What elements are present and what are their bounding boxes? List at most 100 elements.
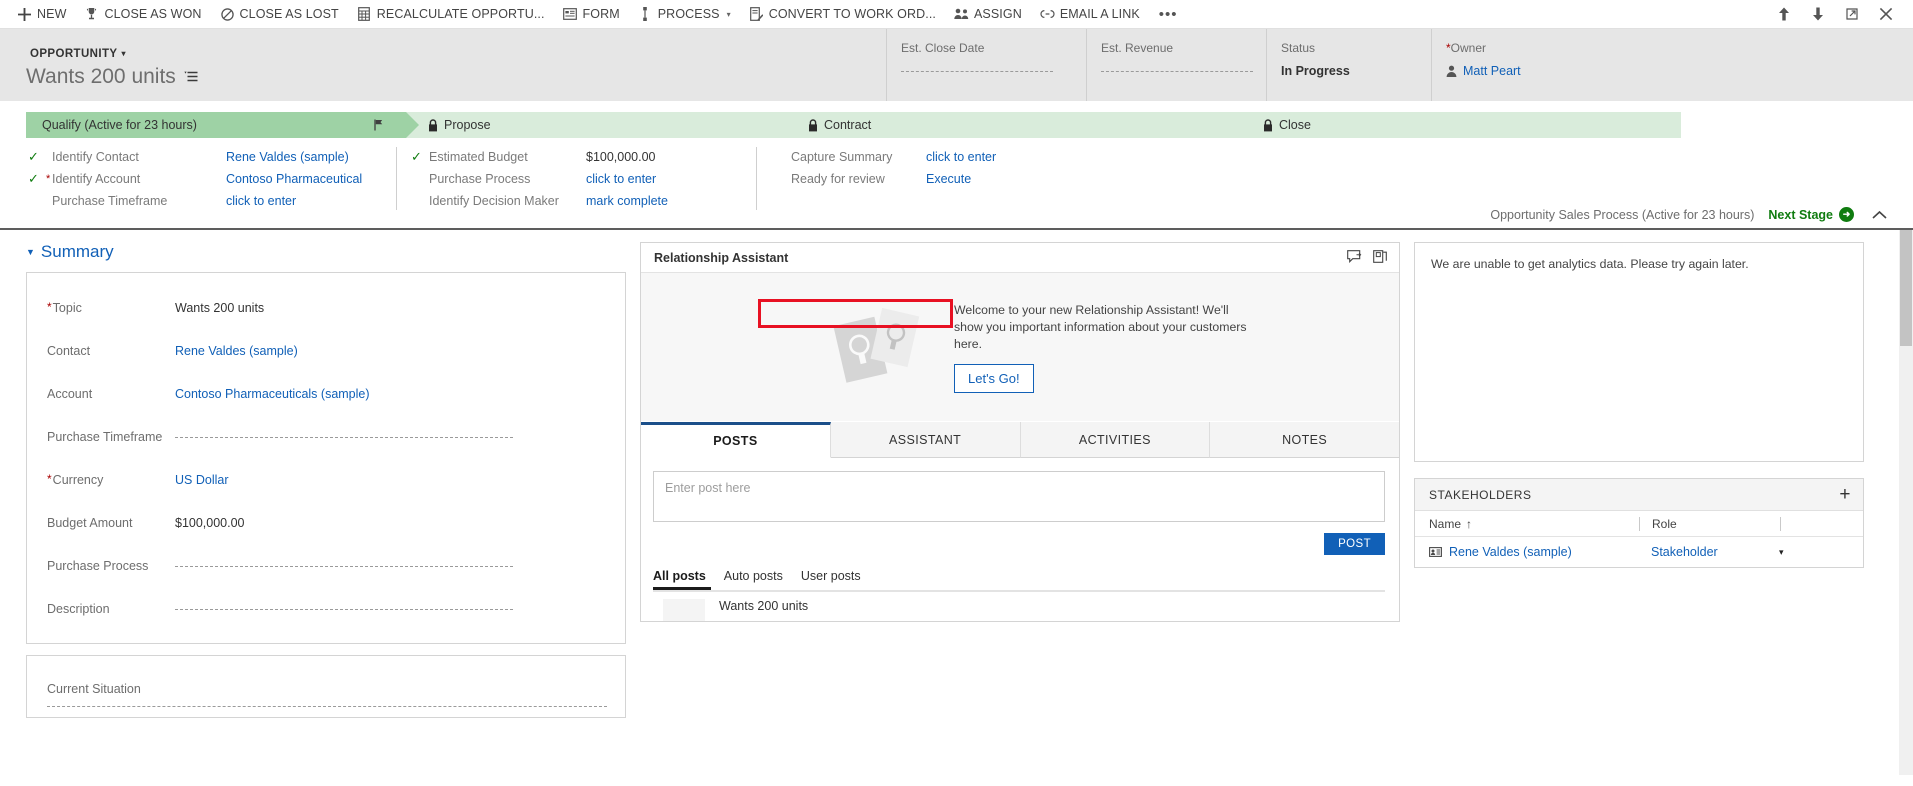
record-title-text: Wants 200 units: [26, 65, 176, 88]
bpf-step-identify-account[interactable]: ✓ * Identify Account Contoso Pharmaceuti…: [28, 169, 378, 188]
entity-type-selector[interactable]: OPPORTUNITY ▾: [26, 45, 130, 62]
summary-section-header[interactable]: ▼ Summary: [26, 230, 626, 272]
tab-activities[interactable]: ACTIVITIES: [1020, 422, 1211, 458]
tab-assistant[interactable]: ASSISTANT: [830, 422, 1021, 458]
more-commands-button[interactable]: •••: [1149, 7, 1188, 22]
field-value-account[interactable]: Contoso Pharmaceuticals (sample): [175, 387, 607, 401]
analytics-message: We are unable to get analytics data. Ple…: [1431, 257, 1749, 271]
bpf-stage-bar: Qualify (Active for 23 hours) Propose Co…: [26, 112, 1887, 138]
field-row-budget-amount[interactable]: Budget Amount $100,000.00: [47, 501, 607, 544]
recalculate-opportunity-button[interactable]: RECALCULATE OPPORTU...: [348, 0, 554, 29]
post-button[interactable]: POST: [1324, 533, 1385, 555]
chevron-up-icon[interactable]: [1868, 210, 1887, 220]
header-label-est-revenue: Est. Revenue: [1101, 41, 1174, 55]
link-icon: [1040, 7, 1055, 22]
header-field-owner[interactable]: *Owner Matt Peart: [1431, 29, 1631, 101]
label-text: Description: [47, 601, 110, 616]
owner-link[interactable]: Matt Peart: [1446, 64, 1617, 78]
close-icon[interactable]: [1871, 0, 1901, 29]
field-value-budget-amount[interactable]: $100,000.00: [175, 516, 607, 530]
filter-auto-posts[interactable]: Auto posts: [724, 569, 783, 583]
bpf-stage-contract[interactable]: Contract: [786, 112, 1254, 138]
bpf-stage-close[interactable]: Close: [1241, 112, 1681, 138]
comment-icon[interactable]: [1347, 249, 1362, 266]
close-as-won-button[interactable]: CLOSE AS WON: [75, 0, 210, 29]
header-field-est-close-date[interactable]: Est. Close Date: [886, 29, 1086, 101]
close-as-lost-button[interactable]: CLOSE AS LOST: [211, 0, 348, 29]
up-arrow-icon[interactable]: [1769, 0, 1799, 29]
label-text: Purchase Process: [47, 558, 149, 573]
plus-icon[interactable]: +: [1839, 485, 1851, 504]
relationship-assistant-column: Relationship Assistant Welcome to your n…: [640, 230, 1400, 775]
bpf-step-label: Estimated Budget: [429, 149, 528, 164]
bpf-step-column-3: Capture Summary click to enter Ready for…: [756, 147, 1096, 210]
bpf-step-value[interactable]: Execute: [926, 172, 1078, 186]
popout-icon[interactable]: [1837, 0, 1867, 29]
next-stage-button[interactable]: Next Stage ➜: [1768, 207, 1854, 222]
field-value-description[interactable]: [175, 607, 607, 610]
field-row-purchase-process[interactable]: Purchase Process: [47, 544, 607, 587]
check-icon: ✓: [411, 148, 422, 164]
scrollbar-thumb[interactable]: [1900, 230, 1912, 346]
post-filter-tabs: All posts Auto posts User posts: [653, 569, 1385, 590]
field-row-purchase-timeframe[interactable]: Purchase Timeframe: [47, 415, 607, 458]
empty-value-dash[interactable]: [47, 706, 607, 707]
down-arrow-icon[interactable]: [1803, 0, 1833, 29]
field-row-contact[interactable]: Contact Rene Valdes (sample): [47, 329, 607, 372]
filter-all-posts[interactable]: All posts: [653, 569, 706, 583]
form-button-label: FORM: [582, 7, 620, 21]
column-header-name[interactable]: Name ↑: [1415, 517, 1639, 531]
convert-to-work-order-button[interactable]: CONVERT TO WORK ORD...: [740, 0, 945, 29]
bpf-step-purchase-timeframe[interactable]: Purchase Timeframe click to enter: [28, 191, 378, 210]
bpf-step-ready-for-review[interactable]: Ready for review Execute: [773, 169, 1078, 188]
bpf-step-identify-contact[interactable]: ✓ Identify Contact Rene Valdes (sample): [28, 147, 378, 166]
bpf-step-identify-decision-maker[interactable]: Identify Decision Maker mark complete: [411, 191, 738, 210]
field-row-account[interactable]: Account Contoso Pharmaceuticals (sample): [47, 372, 607, 415]
copy-icon[interactable]: [1373, 249, 1387, 266]
bpf-step-value[interactable]: click to enter: [926, 150, 1078, 164]
field-value-contact[interactable]: Rene Valdes (sample): [175, 344, 607, 358]
tab-notes[interactable]: NOTES: [1210, 422, 1399, 458]
post-input[interactable]: Enter post here: [653, 471, 1385, 522]
field-value-purchase-timeframe[interactable]: [175, 435, 607, 438]
bpf-stage-qualify[interactable]: Qualify (Active for 23 hours): [26, 112, 419, 138]
field-value-currency[interactable]: US Dollar: [175, 473, 607, 487]
table-row[interactable]: Rene Valdes (sample) Stakeholder ▾: [1415, 537, 1863, 567]
bpf-step-value[interactable]: Contoso Pharmaceutical: [226, 172, 378, 186]
field-row-description[interactable]: Description: [47, 587, 607, 630]
field-row-topic[interactable]: * Topic Wants 200 units: [47, 286, 607, 329]
email-a-link-button[interactable]: EMAIL A LINK: [1031, 0, 1149, 29]
form-button[interactable]: FORM: [554, 0, 629, 29]
stakeholder-role-link[interactable]: Stakeholder: [1639, 545, 1779, 559]
bpf-step-column-1: ✓ Identify Contact Rene Valdes (sample) …: [26, 147, 396, 210]
field-label-purchase-timeframe: Purchase Timeframe: [47, 430, 175, 444]
filter-user-posts[interactable]: User posts: [801, 569, 861, 583]
bpf-step-value[interactable]: mark complete: [586, 194, 738, 208]
bpf-step-capture-summary[interactable]: Capture Summary click to enter: [773, 147, 1078, 166]
column-header-role[interactable]: Role: [1640, 517, 1780, 531]
field-row-currency[interactable]: * Currency US Dollar: [47, 458, 607, 501]
bpf-step-estimated-budget[interactable]: ✓ Estimated Budget $100,000.00: [411, 147, 738, 166]
tab-posts[interactable]: POSTS: [641, 422, 831, 458]
list-item[interactable]: Wants 200 units: [653, 592, 1385, 621]
header-field-status[interactable]: Status In Progress: [1266, 29, 1431, 101]
bpf-step-value[interactable]: click to enter: [586, 172, 738, 186]
field-value-topic[interactable]: Wants 200 units: [175, 301, 607, 315]
record-title-block: OPPORTUNITY ▾ Wants 200 units: [26, 29, 886, 101]
bpf-stage-propose[interactable]: Propose: [406, 112, 799, 138]
process-button[interactable]: PROCESS ▾: [629, 0, 740, 29]
page-scrollbar[interactable]: [1899, 230, 1913, 775]
new-button[interactable]: NEW: [8, 0, 75, 29]
assign-button[interactable]: ASSIGN: [945, 0, 1031, 29]
stakeholder-name-link[interactable]: Rene Valdes (sample): [1415, 545, 1639, 559]
bpf-step-purchase-process[interactable]: Purchase Process click to enter: [411, 169, 738, 188]
bpf-step-label: Identify Decision Maker: [429, 193, 559, 208]
row-menu-chevron-icon[interactable]: ▾: [1779, 547, 1784, 558]
header-field-est-revenue[interactable]: Est. Revenue: [1086, 29, 1266, 101]
bpf-step-value[interactable]: Rene Valdes (sample): [226, 150, 378, 164]
bpf-step-value[interactable]: click to enter: [226, 194, 378, 208]
field-value-purchase-process[interactable]: [175, 564, 607, 567]
lets-go-button[interactable]: Let's Go!: [954, 363, 1034, 393]
title-options-icon[interactable]: [184, 70, 200, 84]
lock-icon: [1263, 118, 1273, 132]
